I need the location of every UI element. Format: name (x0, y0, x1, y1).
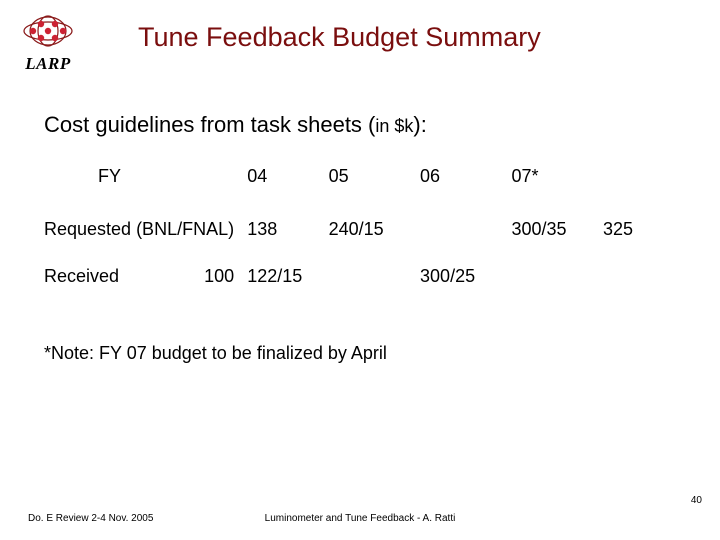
cell: 138 (247, 209, 328, 250)
table-header-row: FY 04 05 06 07* (44, 156, 664, 209)
fy-label: FY (44, 166, 121, 186)
table-row: Received 100 122/15 300/25 (44, 250, 664, 297)
footer-center: Luminometer and Tune Feedback - A. Ratti (0, 513, 720, 524)
col-header: 04 (247, 156, 328, 209)
cell: 240/15 (329, 209, 420, 250)
page-number: 40 (691, 495, 702, 506)
subtitle-tail: ): (413, 112, 426, 137)
cell: 300/25 (420, 250, 511, 297)
col-header: 06 (420, 156, 511, 209)
table-row: Requested (BNL/FNAL) 138 240/15 300/35 3… (44, 209, 664, 250)
cell: 122/15 (247, 250, 328, 297)
col-header: 07* (512, 156, 603, 209)
row-label: Received (44, 266, 119, 286)
logo-block: LARP (22, 14, 74, 74)
budget-table: FY 04 05 06 07* Requested (BNL/FNAL) 138… (44, 156, 664, 297)
cell: 300/35 (512, 209, 603, 250)
footnote: *Note: FY 07 budget to be finalized by A… (44, 343, 720, 364)
larp-logo-icon (22, 14, 74, 48)
logo-text: LARP (25, 54, 70, 74)
subtitle: Cost guidelines from task sheets (in $k)… (44, 112, 720, 138)
subtitle-unit: in $k (375, 116, 413, 136)
cell: 325 (603, 209, 664, 250)
subtitle-main: Cost guidelines from task sheets ( (44, 112, 375, 137)
cell: 100 (124, 266, 234, 286)
slide-title: Tune Feedback Budget Summary (138, 22, 541, 53)
row-label: Requested (BNL/FNAL) (44, 209, 247, 250)
col-header: 05 (329, 156, 420, 209)
slide-header: LARP Tune Feedback Budget Summary (0, 0, 720, 74)
